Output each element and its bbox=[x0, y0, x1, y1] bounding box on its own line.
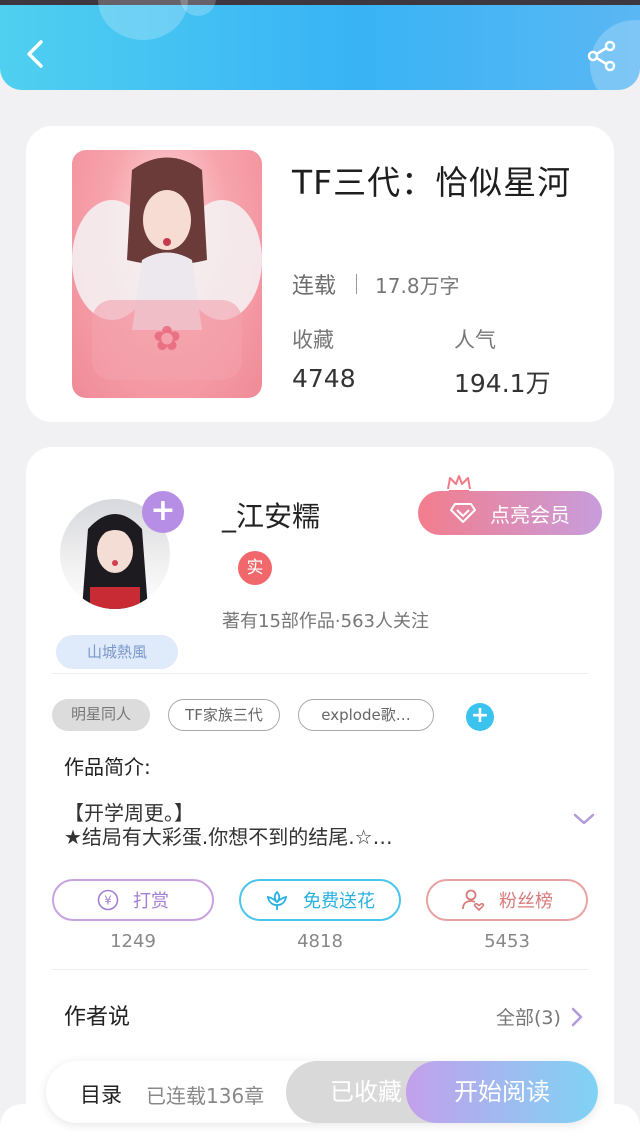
book-title: TF三代：恰似星河 bbox=[292, 163, 572, 202]
send-flower-label: 免费送花 bbox=[303, 891, 375, 912]
chevron-right-icon bbox=[571, 1007, 583, 1026]
author-says-all-link[interactable]: 全部(3) bbox=[496, 1003, 583, 1030]
header-bubble-decoration bbox=[98, 0, 188, 40]
send-flower-button[interactable]: 免费送花 bbox=[239, 879, 401, 921]
expand-chevron-icon[interactable] bbox=[572, 811, 596, 827]
svg-text:¥: ¥ bbox=[104, 894, 112, 908]
fan-ranking-label: 粉丝榜 bbox=[499, 891, 553, 912]
back-arrow-icon[interactable] bbox=[18, 36, 54, 72]
divider bbox=[52, 673, 588, 674]
cover-illustration: ✿ bbox=[72, 157, 262, 380]
tip-button[interactable]: ¥ 打赏 bbox=[52, 879, 214, 921]
intro-line: ★结局有大彩蛋.你想不到的结尾.☆… bbox=[64, 825, 393, 849]
add-tag-button[interactable]: + bbox=[466, 703, 494, 731]
bottom-action-bar: 目录 已连载136章 已收藏 开始阅读 bbox=[46, 1061, 598, 1123]
start-reading-button[interactable]: 开始阅读 bbox=[406, 1061, 598, 1123]
tip-count: 1249 bbox=[110, 931, 156, 952]
author-says-label: 作者说 bbox=[64, 1005, 131, 1030]
verified-badge: 实 bbox=[238, 551, 272, 585]
status-bar bbox=[0, 0, 640, 5]
yuan-coin-icon: ¥ bbox=[97, 889, 119, 911]
svg-text:✿: ✿ bbox=[153, 319, 182, 359]
chapter-count[interactable]: 已连载136章 bbox=[146, 1080, 264, 1109]
author-nameplate-badge: 山城熱風 bbox=[56, 635, 178, 669]
tag-chip[interactable]: TF家族三代 bbox=[168, 699, 280, 731]
author-card: + 山城熱風 _江安糯 实 著有15部作品·563人关注 点亮会员 明星同人 T… bbox=[26, 447, 614, 1148]
vip-button-label: 点亮会员 bbox=[490, 502, 570, 527]
author-meta: 著有15部作品·563人关注 bbox=[222, 611, 429, 632]
status-separator bbox=[356, 274, 358, 294]
flower-icon bbox=[266, 890, 288, 910]
tip-label: 打赏 bbox=[133, 891, 169, 912]
crown-icon bbox=[447, 475, 471, 492]
toc-button[interactable]: 目录 bbox=[80, 1079, 122, 1109]
popularity-label: 人气 bbox=[454, 328, 496, 352]
flower-count: 4818 bbox=[297, 931, 343, 952]
diamond-icon bbox=[450, 503, 476, 523]
serial-status: 连载 bbox=[292, 274, 337, 299]
intro-label: 作品简介: bbox=[64, 755, 151, 779]
author-name[interactable]: _江安糯 bbox=[222, 495, 320, 535]
book-info-card: ✿ TF三代：恰似星河 连载 17.8万字 收藏 4748 人气 194.1万 bbox=[26, 126, 614, 422]
divider bbox=[52, 969, 588, 970]
share-icon[interactable] bbox=[586, 40, 618, 72]
fan-count: 5453 bbox=[484, 931, 530, 952]
fan-person-icon bbox=[462, 889, 485, 911]
favorites-label: 收藏 bbox=[292, 328, 334, 352]
author-says-all-text: 全部(3) bbox=[496, 1007, 561, 1029]
word-count: 17.8万字 bbox=[375, 273, 460, 298]
fan-ranking-button[interactable]: 粉丝榜 bbox=[426, 879, 588, 921]
popularity-value: 194.1万 bbox=[454, 369, 551, 398]
header-bubble-decoration bbox=[180, 0, 216, 16]
favorites-value: 4748 bbox=[292, 364, 356, 393]
book-cover-image[interactable]: ✿ bbox=[72, 150, 262, 398]
tag-chip[interactable]: 明星同人 bbox=[52, 699, 150, 731]
tag-chip[interactable]: explode歌… bbox=[298, 699, 434, 731]
header-bar bbox=[0, 0, 640, 90]
book-status-row: 连载 17.8万字 bbox=[292, 268, 460, 300]
vip-activate-button[interactable]: 点亮会员 bbox=[418, 491, 602, 535]
follow-plus-button[interactable]: + bbox=[142, 491, 184, 533]
